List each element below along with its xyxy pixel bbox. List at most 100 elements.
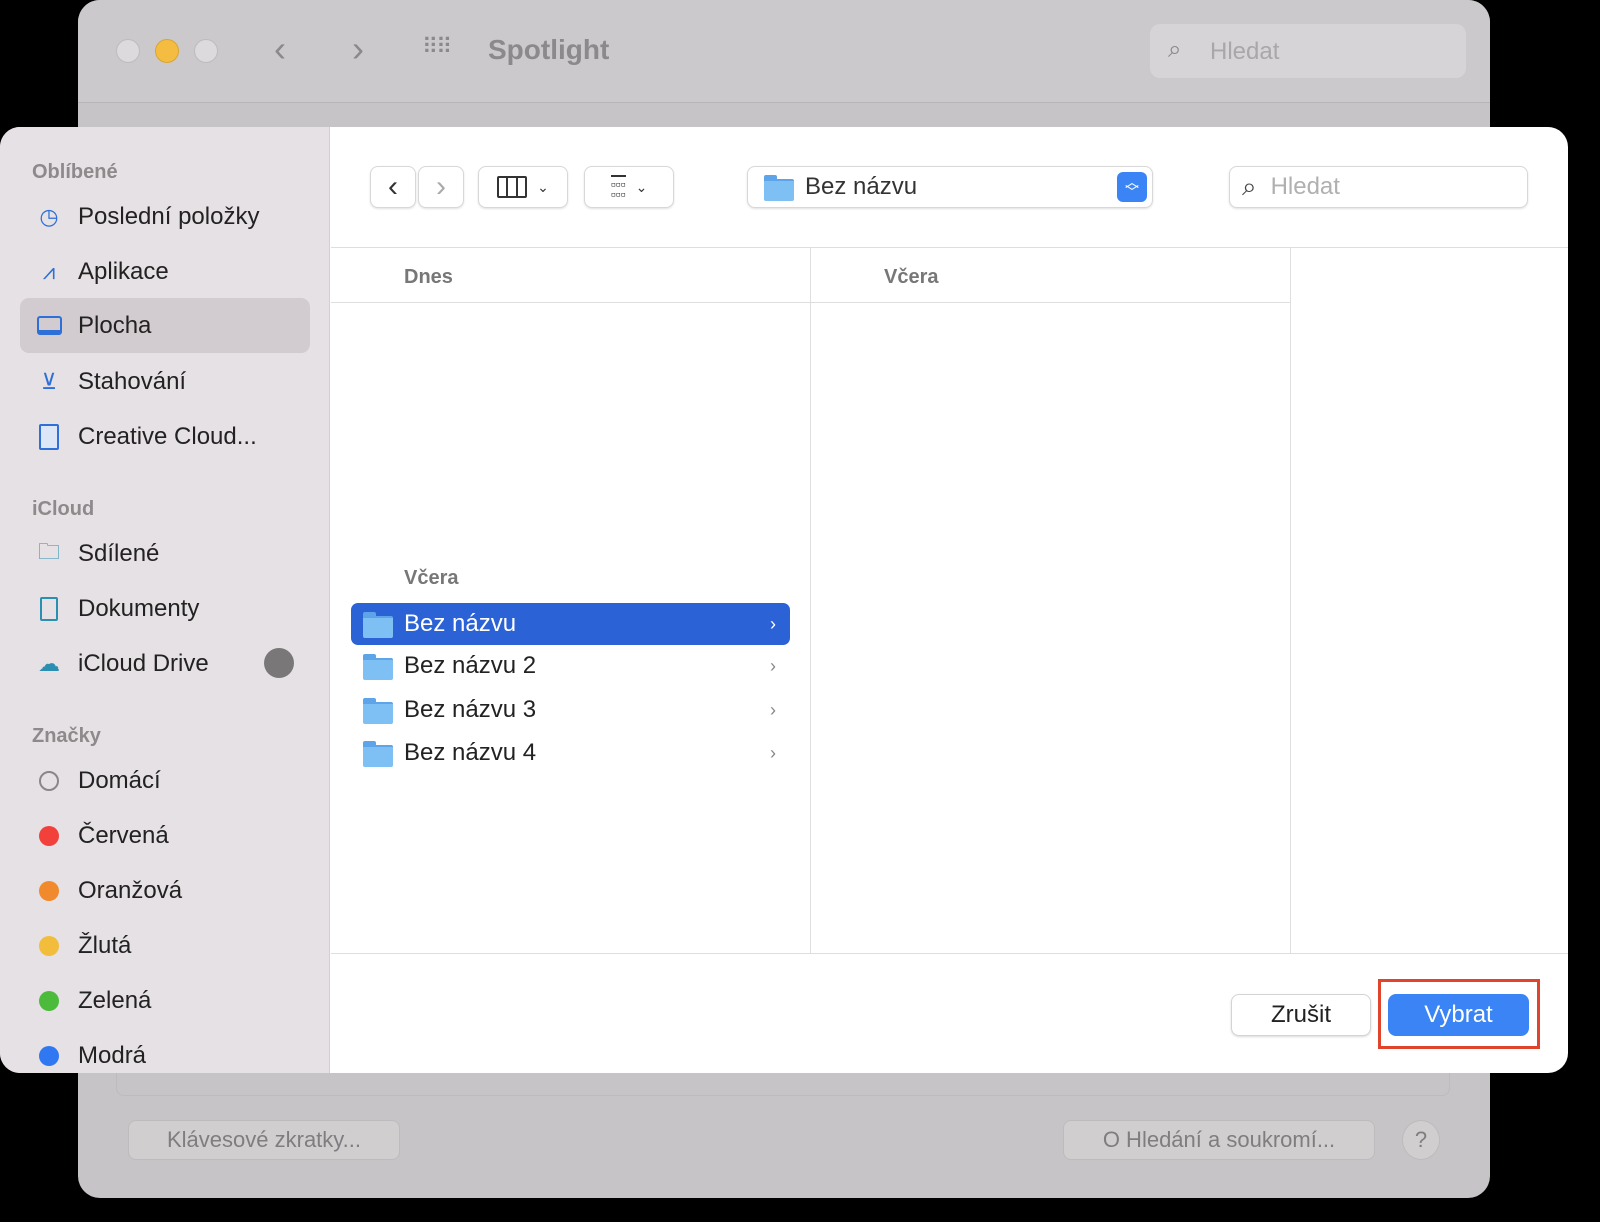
clock-icon: ◷ — [39, 203, 59, 229]
tag-dot-icon — [39, 825, 59, 846]
sidebar-item-documents[interactable]: Dokumenty — [20, 581, 310, 636]
group-header-yesterday: Včera — [404, 567, 459, 589]
sidebar-item-label: Stahování — [78, 367, 187, 395]
back-button[interactable]: ‹ — [370, 166, 416, 208]
column-2: Včera — [811, 248, 1291, 953]
list-item[interactable]: Bez názvu 4 › — [351, 732, 790, 774]
background-search-input[interactable]: ⌕ Hledat — [1150, 24, 1466, 78]
chevron-down-icon: ⌄ — [537, 178, 549, 195]
folder-icon — [764, 175, 794, 201]
item-label: Bez názvu 4 — [404, 739, 537, 766]
list-item[interactable]: Bez názvu › — [351, 603, 790, 645]
folder-icon — [363, 741, 393, 767]
forward-button[interactable]: › — [418, 166, 464, 208]
view-mode-dropdown[interactable]: ⌄ — [478, 166, 568, 208]
sidebar-item-label: Poslední položky — [78, 202, 260, 230]
section-tags: Značky — [32, 725, 101, 747]
tag-dot-icon — [39, 880, 59, 901]
sidebar-tag-blue[interactable]: Modrá — [20, 1028, 310, 1073]
download-icon: ⊻ — [40, 368, 58, 394]
sidebar-item-label: Creative Cloud... — [78, 422, 257, 450]
privacy-button[interactable]: O Hledání a soukromí... — [1063, 1120, 1375, 1160]
keyboard-shortcuts-button[interactable]: Klávesové zkratky... — [128, 1120, 400, 1160]
sidebar-item-creative-cloud[interactable]: Creative Cloud... — [20, 409, 310, 464]
chevron-right-icon: › — [770, 699, 776, 720]
search-input[interactable]: ⌕ Hledat — [1229, 166, 1528, 208]
forward-icon[interactable]: › — [352, 28, 364, 70]
close-window-button[interactable] — [116, 39, 140, 63]
group-icon: ▫▫▫ ▫▫▫ — [610, 175, 626, 202]
sidebar-item-label: iCloud Drive — [78, 649, 209, 677]
minimize-window-button[interactable] — [155, 39, 179, 63]
sidebar-item-label: Zelená — [78, 986, 152, 1014]
item-label: Bez názvu — [404, 610, 517, 637]
cancel-button[interactable]: Zrušit — [1231, 994, 1371, 1036]
sidebar-item-label: Oranžová — [78, 876, 183, 904]
sync-progress-icon — [264, 648, 294, 678]
shared-folder-icon: 🗀 — [37, 538, 60, 564]
folder-icon — [363, 612, 393, 638]
zoom-window-button[interactable] — [194, 39, 218, 63]
sidebar-item-label: Plocha — [78, 311, 152, 339]
updown-chevron-icon: ︿ ﹀ — [1117, 172, 1147, 202]
back-icon[interactable]: ‹ — [274, 28, 286, 70]
column-1: Dnes Včera Bez názvu › Bez názvu 2 › Bez n… — [331, 248, 811, 953]
tag-dot-icon — [39, 990, 59, 1011]
chevron-right-icon: › — [770, 655, 776, 676]
sidebar-tag-home[interactable]: Domácí — [20, 753, 310, 808]
chevron-right-icon: › — [770, 613, 776, 634]
columns-view-icon — [497, 176, 528, 198]
sidebar-item-downloads[interactable]: ⊻ Stahování — [20, 354, 310, 409]
header-divider — [811, 302, 1290, 303]
background-titlebar: ‹ › ⠿⠿ Spotlight ⌕ Hledat — [78, 0, 1490, 103]
grid-icon[interactable]: ⠿⠿ — [422, 34, 452, 60]
sidebar-item-shared[interactable]: 🗀 Sdílené — [20, 526, 310, 581]
window-title: Spotlight — [488, 34, 610, 65]
group-by-dropdown[interactable]: ▫▫▫ ▫▫▫ ⌄ — [584, 166, 674, 208]
item-label: Bez názvu 3 — [404, 696, 537, 723]
sidebar-tag-green[interactable]: Zelená — [20, 973, 310, 1028]
sidebar-item-recents[interactable]: ◷ Poslední položky — [20, 189, 310, 244]
choose-button[interactable]: Vybrat — [1388, 994, 1529, 1036]
sidebar-item-label: Červená — [78, 821, 169, 849]
group-header-yesterday: Včera — [884, 266, 939, 288]
sidebar-item-label: Modrá — [78, 1041, 147, 1069]
search-icon: ⌕ — [1168, 36, 1182, 63]
tag-dot-icon — [39, 935, 59, 956]
document-icon — [36, 423, 62, 450]
folder-icon — [363, 698, 393, 724]
folder-icon — [363, 654, 393, 680]
search-placeholder: Hledat — [1210, 38, 1280, 65]
sidebar-item-label: Aplikace — [78, 257, 169, 285]
desktop-icon — [36, 313, 62, 339]
location-label: Bez názvu — [805, 173, 918, 200]
sidebar-tag-yellow[interactable]: Žlutá — [20, 918, 310, 973]
section-icloud: iCloud — [32, 498, 95, 520]
sidebar-item-label: Žlutá — [78, 931, 132, 959]
sidebar-item-label: Domácí — [78, 766, 161, 794]
list-item[interactable]: Bez názvu 3 › — [351, 689, 790, 731]
tag-dot-icon — [39, 1045, 59, 1066]
chevron-down-icon: ⌄ — [635, 178, 648, 195]
sidebar: Oblíbené ◷ Poslední položky ⩘ Aplikace Plo… — [0, 127, 330, 1073]
sidebar-item-label: Dokumenty — [78, 594, 200, 622]
sidebar-item-desktop[interactable]: Plocha — [20, 298, 310, 353]
section-favorites: Oblíbené — [32, 161, 118, 183]
search-icon: ⌕ — [1242, 171, 1257, 201]
location-popup[interactable]: Bez názvu ︿ ﹀ — [747, 166, 1153, 208]
sidebar-tag-red[interactable]: Červená — [20, 808, 310, 863]
footer-divider — [331, 953, 1568, 954]
list-item[interactable]: Bez názvu 2 › — [351, 645, 790, 687]
help-button[interactable]: ? — [1402, 1120, 1440, 1160]
search-placeholder: Hledat — [1270, 173, 1340, 200]
document-icon — [36, 596, 62, 622]
sidebar-item-icloud-drive[interactable]: ☁ iCloud Drive — [20, 636, 310, 691]
sidebar-item-applications[interactable]: ⩘ Aplikace — [20, 244, 310, 299]
sidebar-item-label: Sdílené — [78, 539, 160, 567]
cloud-icon: ☁ — [38, 650, 60, 676]
tag-dot-icon — [39, 770, 59, 791]
item-label: Bez názvu 2 — [404, 652, 537, 679]
chevron-right-icon: › — [770, 742, 776, 763]
sidebar-tag-orange[interactable]: Oranžová — [20, 863, 310, 918]
header-divider — [331, 302, 810, 303]
